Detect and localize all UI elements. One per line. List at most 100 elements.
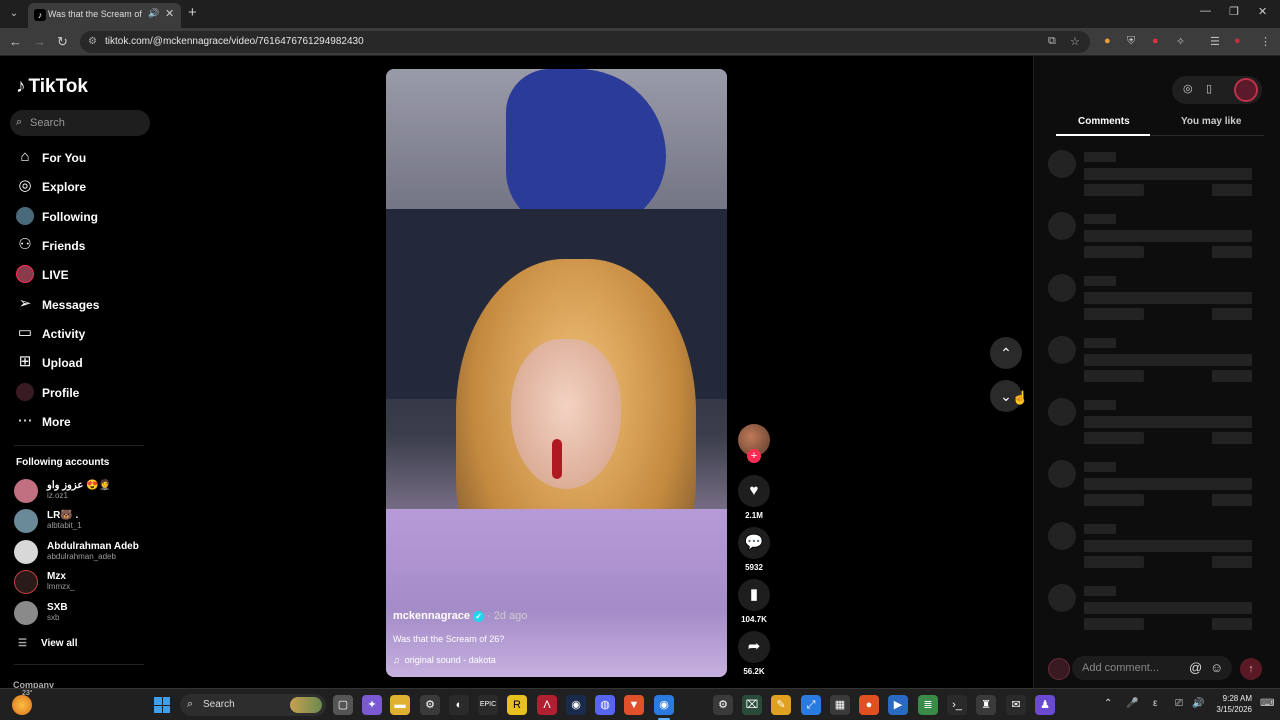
tab-comments[interactable]: Comments <box>1078 116 1130 127</box>
omnibox[interactable]: ⚙ tiktok.com/@mckennagrace/video/7616476… <box>80 31 1090 53</box>
weather-icon[interactable] <box>12 695 32 715</box>
teams-icon[interactable]: ♟ <box>1035 695 1055 715</box>
chrome-icon[interactable]: ◉ <box>654 695 674 715</box>
upload-icon: ⊞ <box>18 353 32 370</box>
nav-for-you[interactable]: ⌂ For You <box>16 147 156 169</box>
extensions-puzzle-icon[interactable]: ✧ <box>1176 35 1185 48</box>
task-view-icon[interactable]: ▢ <box>333 695 353 715</box>
close-window-button[interactable]: ✕ <box>1258 5 1267 18</box>
notepad-icon[interactable]: ≣ <box>918 695 938 715</box>
terminal-icon[interactable]: ›_ <box>947 695 967 715</box>
site-info-icon[interactable]: ⚙ <box>88 36 97 47</box>
store-icon[interactable]: ▦ <box>830 695 850 715</box>
notifications-icon[interactable]: ⌨ <box>1260 698 1274 709</box>
following-account-item[interactable]: SXB sxb <box>14 600 154 626</box>
start-button[interactable] <box>154 697 170 713</box>
following-account-item[interactable]: عزوز واو 😍🤵 iz.oz1 <box>14 478 154 504</box>
nav-activity[interactable]: ▭ Activity <box>16 323 156 345</box>
like-button[interactable]: ♥ <box>738 475 770 507</box>
app-icon[interactable]: ✎ <box>771 695 791 715</box>
shield-icon[interactable]: ⛨ <box>1127 35 1135 48</box>
language-icon[interactable]: ε <box>1153 698 1157 709</box>
save-button[interactable]: ▮ <box>738 579 770 611</box>
taskbar-search[interactable]: ⌕ Search <box>180 694 326 716</box>
nav-messages[interactable]: ➢ Messages <box>16 294 156 316</box>
view-all-link[interactable]: ☰ View all <box>18 638 77 649</box>
video-author[interactable]: mckennagrace ✓ · 2d ago <box>393 610 527 622</box>
minimize-button[interactable]: — <box>1200 5 1211 17</box>
restore-button[interactable]: ❐ <box>1229 5 1239 18</box>
comment-input[interactable]: Add comment... <box>1072 656 1232 680</box>
nav-profile[interactable]: Profile <box>16 382 156 404</box>
tray-overflow-icon[interactable]: ⌃ <box>1104 698 1112 709</box>
menu-kebab-icon[interactable]: ⋮ <box>1260 35 1271 48</box>
user-avatar[interactable] <box>1234 78 1258 102</box>
system-clock[interactable]: 9:28 AM 3/15/2026 <box>1212 693 1252 715</box>
epic-games-icon[interactable]: EPIC <box>478 695 498 715</box>
discord-icon[interactable]: ◍ <box>595 695 615 715</box>
device-icon[interactable]: ▯ <box>1206 82 1212 95</box>
search-input[interactable]: ⌕ Search <box>10 110 150 136</box>
nav-explore[interactable]: ◎ Explore <box>16 176 156 198</box>
like-count: 2.1M <box>745 511 763 520</box>
skeleton-line <box>1084 246 1144 258</box>
tab-you-may-like[interactable]: You may like <box>1181 116 1241 127</box>
speaker-icon[interactable]: 🔊 <box>148 8 159 19</box>
settings-icon[interactable]: ⚙ <box>420 695 440 715</box>
following-account-item[interactable]: Mzx lmmzx_ <box>14 569 154 595</box>
account-handle: iz.oz1 <box>47 491 68 500</box>
bookmark-star-icon[interactable]: ☆ <box>1070 35 1080 48</box>
file-explorer-icon[interactable]: ▬ <box>390 695 410 715</box>
follow-plus-button[interactable]: + <box>747 449 761 463</box>
app-icon[interactable]: ● <box>859 695 879 715</box>
app-icon[interactable]: ▶ <box>888 695 908 715</box>
forward-icon[interactable]: → <box>33 34 46 49</box>
new-tab-button[interactable]: + <box>188 4 197 21</box>
back-icon[interactable]: ← <box>9 34 22 49</box>
post-comment-button[interactable]: ↑ <box>1240 658 1262 680</box>
app-icon[interactable]: ♜ <box>976 695 996 715</box>
cast-icon[interactable]: ⧉ <box>1048 35 1056 48</box>
video-sound[interactable]: ♫ original sound - dakota <box>393 655 496 665</box>
tiktok-favicon-icon: ♪ <box>34 9 46 21</box>
steam-icon[interactable]: ◉ <box>566 695 586 715</box>
comment-button[interactable]: 💬 <box>738 527 770 559</box>
app-icon[interactable]: ◐ <box>449 695 469 715</box>
nav-live[interactable]: LIVE <box>16 264 156 286</box>
reading-list-icon[interactable]: ☰ <box>1210 35 1220 48</box>
app-icon[interactable]: ⤢ <box>801 695 821 715</box>
video-frame-dress <box>386 509 727 677</box>
nav-upload[interactable]: ⊞ Upload <box>16 352 156 374</box>
app-icon[interactable]: ⚙ <box>713 695 733 715</box>
copilot-icon[interactable]: ✦ <box>362 695 382 715</box>
volume-icon[interactable]: 🔊 <box>1192 698 1204 709</box>
share-button[interactable]: ➦ <box>738 631 770 663</box>
app-icon[interactable]: ✉ <box>1006 695 1026 715</box>
profile-avatar-icon[interactable]: ● <box>1234 35 1241 47</box>
tiktok-logo[interactable]: ♪ TikTok <box>16 76 88 98</box>
compass-icon[interactable]: ◎ <box>1183 82 1193 95</box>
url-text[interactable]: tiktok.com/@mckennagrace/video/761647676… <box>105 36 364 47</box>
arrow-up-icon: ↑ <box>1248 663 1254 675</box>
tab-search-button[interactable]: ⌄ <box>6 6 22 22</box>
nav-more[interactable]: ⋯ More <box>16 411 156 433</box>
following-account-item[interactable]: LR🐻 . albtabit_1 <box>14 508 154 534</box>
microphone-icon[interactable]: 🎤 <box>1126 698 1138 709</box>
app-icon[interactable]: ⌧ <box>742 695 762 715</box>
browser-tab-active[interactable]: ♪ Was that the Scream of 26? 🔊 ✕ <box>28 3 181 28</box>
record-extension-icon[interactable]: ● <box>1152 35 1159 47</box>
brave-icon[interactable]: ▼ <box>624 695 644 715</box>
video-player[interactable] <box>386 69 727 677</box>
rockstar-icon[interactable]: R <box>507 695 527 715</box>
nav-friends[interactable]: ⚇ Friends <box>16 235 156 257</box>
extension-icon[interactable]: ● <box>1104 35 1111 47</box>
following-account-item[interactable]: Abdulrahman Adeb abdulrahman_adeb <box>14 539 154 565</box>
network-icon[interactable]: ⎚ <box>1175 698 1183 709</box>
previous-video-button[interactable]: ⌃ <box>990 337 1022 369</box>
app-icon[interactable]: Λ <box>537 695 557 715</box>
nav-following[interactable]: Following <box>16 206 156 228</box>
mention-icon[interactable]: @ <box>1189 660 1202 675</box>
reload-icon[interactable]: ↻ <box>57 34 68 50</box>
emoji-icon[interactable]: ☺ <box>1210 660 1223 675</box>
close-tab-icon[interactable]: ✕ <box>165 7 174 20</box>
